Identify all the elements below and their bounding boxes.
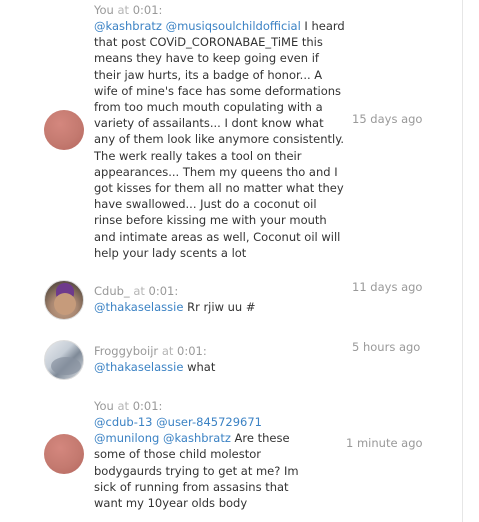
comment-author[interactable]: Cdub_ (94, 284, 130, 298)
comment-timecode[interactable]: 0:01 (149, 284, 175, 298)
comment-body: Froggyboijr at 0:01: @thakaselassie what (94, 343, 344, 375)
mention-link[interactable]: @musiqsoulchildofficial (166, 19, 301, 33)
comment-author[interactable]: Froggyboijr (94, 344, 158, 358)
comment-timecode[interactable]: 0:01 (177, 344, 203, 358)
user-avatar-icon[interactable] (44, 280, 84, 320)
comment-meta: Cdub_ at 0:01: (94, 284, 179, 298)
comments-page: You at 0:01: @kashbratz @musiqsoulchildo… (0, 0, 479, 522)
comment-body: Cdub_ at 0:01: @thakaselassie Rr rjiw uu… (94, 283, 344, 315)
comment-timecode[interactable]: 0:01 (133, 399, 159, 413)
comment-text: @thakaselassie Rr rjiw uu # (94, 299, 344, 315)
user-avatar-icon[interactable] (44, 434, 84, 474)
mention-link[interactable]: @thakaselassie (94, 300, 183, 314)
comment-text: @kashbratz @musiqsoulchildofficial I hea… (94, 18, 346, 261)
mention-link[interactable]: @user-845729671 (156, 415, 262, 429)
comment-meta: You at 0:01: (94, 399, 163, 413)
mention-link[interactable]: @kashbratz (163, 431, 231, 445)
panel-divider (462, 0, 463, 522)
comment-author[interactable]: You (94, 399, 114, 413)
comment-posted-time: 5 hours ago (352, 340, 421, 354)
comment-message: what (183, 360, 216, 374)
mention-link[interactable]: @cdub-13 (94, 415, 153, 429)
comment-at-label: at (133, 284, 145, 298)
comment-message: I heard that post COViD_CORONABAE_TiME t… (94, 19, 345, 260)
comment-author[interactable]: You (94, 3, 114, 17)
comment-body: You at 0:01: @cdub-13 @user-845729671 @m… (94, 398, 309, 511)
user-avatar-icon[interactable] (44, 340, 84, 380)
comment-text: @thakaselassie what (94, 359, 344, 375)
comment-at-label: at (161, 344, 174, 358)
mention-link[interactable]: @munilong (94, 431, 159, 445)
comment-meta: You at 0:01: (94, 3, 163, 17)
comment-at-label: at (117, 3, 130, 17)
comment-at-label: at (117, 399, 130, 413)
comment-text: @cdub-13 @user-845729671 @munilong @kash… (94, 414, 309, 511)
comment-timecode[interactable]: 0:01 (133, 3, 159, 17)
comment-posted-time: 15 days ago (352, 112, 423, 126)
user-avatar-icon[interactable] (44, 110, 84, 150)
mention-link[interactable]: @thakaselassie (94, 360, 183, 374)
comment-meta: Froggyboijr at 0:01: (94, 344, 207, 358)
comment-body: You at 0:01: @kashbratz @musiqsoulchildo… (94, 2, 346, 261)
mention-link[interactable]: @kashbratz (94, 19, 162, 33)
comment-posted-time: 1 minute ago (346, 436, 423, 450)
comment-message: Rr rjiw uu # (183, 300, 256, 314)
comment-posted-time: 11 days ago (352, 280, 423, 294)
